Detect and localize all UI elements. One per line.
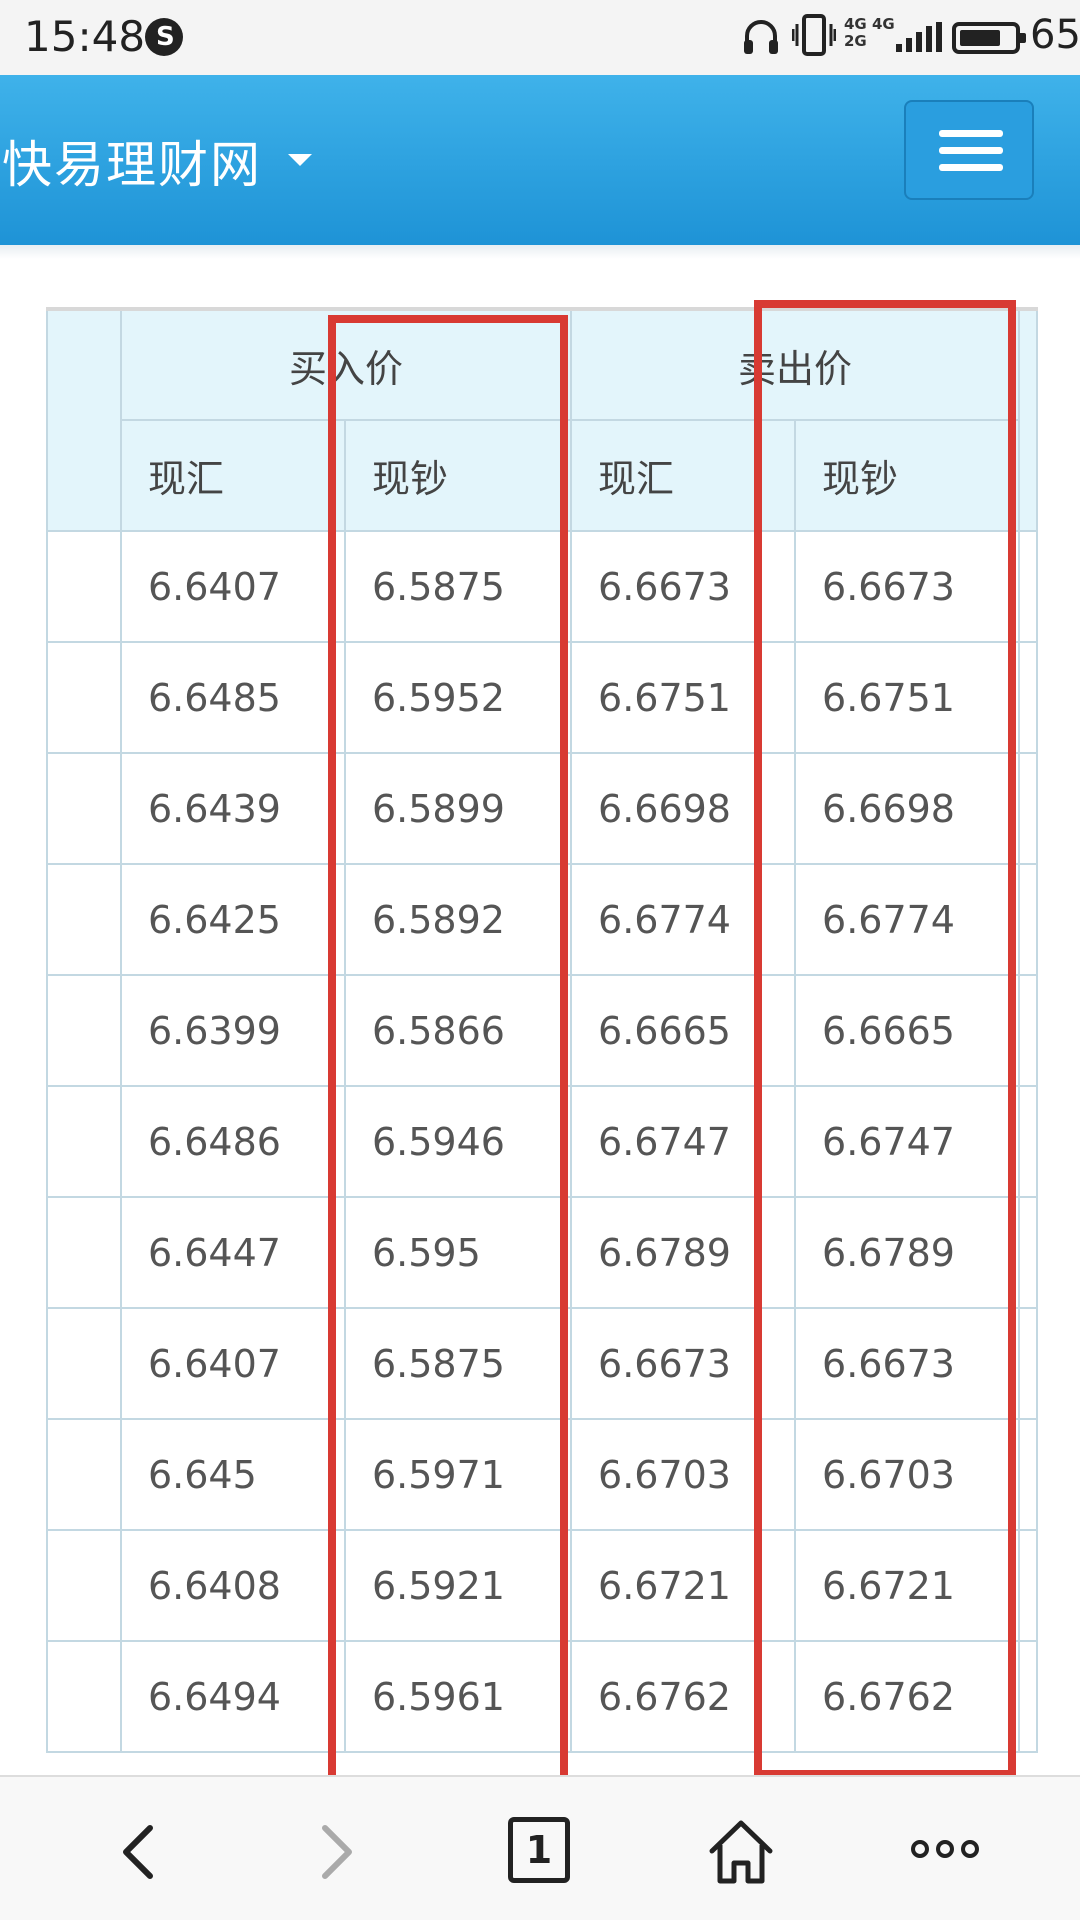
row-label-cell xyxy=(46,974,122,1087)
row-edge-cell xyxy=(1018,1085,1039,1198)
hamburger-line xyxy=(939,147,1003,154)
row-label-cell xyxy=(46,1529,122,1642)
row-label-cell xyxy=(46,641,122,754)
back-arrow-icon[interactable] xyxy=(110,1822,170,1882)
network-top-label: 4G 4G xyxy=(844,15,895,33)
home-icon[interactable] xyxy=(706,1817,776,1887)
buy-spot-exchange-cell: 6.6486 xyxy=(120,1085,346,1198)
buy-spot-exchange-cell: 6.6485 xyxy=(120,641,346,754)
row-label-cell xyxy=(46,1085,122,1198)
row-edge-cell xyxy=(1018,863,1039,976)
app-badge-icon xyxy=(145,18,183,56)
row-edge-cell xyxy=(1018,1418,1039,1531)
buy-spot-exchange-cell: 6.6407 xyxy=(120,1307,346,1420)
row-label-cell xyxy=(46,1307,122,1420)
network-bottom-label: 2G xyxy=(844,32,867,50)
row-label-cell xyxy=(46,863,122,976)
row-edge-cell xyxy=(1018,752,1039,865)
network-type: 4G 4G 2G xyxy=(844,16,895,50)
hamburger-line xyxy=(939,164,1003,171)
row-edge-cell xyxy=(1018,974,1039,1087)
status-bar: 15:48 4G 4G 2G 65 xyxy=(0,0,1080,75)
buy-spot-exchange-cell: 6.6407 xyxy=(120,530,346,643)
status-time: 15:48 xyxy=(24,12,146,61)
row-edge-cell xyxy=(1018,1307,1039,1420)
table-header-blank xyxy=(46,307,122,532)
headphone-icon xyxy=(744,20,778,54)
row-edge-cell xyxy=(1018,1640,1039,1753)
row-edge-cell xyxy=(1018,530,1039,643)
hamburger-menu-button[interactable] xyxy=(904,100,1034,200)
buy-spot-exchange-cell: 6.6494 xyxy=(120,1640,346,1753)
vibrate-icon xyxy=(792,14,836,56)
browser-bottom-bar: 1 xyxy=(0,1775,1080,1920)
buy-spot-exchange-cell: 6.6399 xyxy=(120,974,346,1087)
buy-spot-exchange-cell: 6.6439 xyxy=(120,752,346,865)
buy-spot-exchange-cell: 6.6425 xyxy=(120,863,346,976)
more-dots-icon[interactable] xyxy=(910,1837,980,1861)
signal-icon xyxy=(896,22,942,52)
top-navbar: 快易理财网 xyxy=(0,75,1080,245)
tabs-icon[interactable]: 1 xyxy=(508,1817,570,1883)
battery-icon xyxy=(952,22,1026,54)
row-label-cell xyxy=(46,530,122,643)
buy-spot-exchange-cell: 6.6447 xyxy=(120,1196,346,1309)
row-edge-cell xyxy=(1018,1196,1039,1309)
row-label-cell xyxy=(46,752,122,865)
sell-cash-highlight-box xyxy=(754,300,1016,1778)
row-label-cell xyxy=(46,1196,122,1309)
hamburger-line xyxy=(939,130,1003,137)
row-edge-cell xyxy=(1018,1529,1039,1642)
battery-percent: 65 xyxy=(1030,12,1080,58)
row-edge-cell xyxy=(1018,641,1039,754)
navbar-shadow xyxy=(0,245,1080,259)
brand-title[interactable]: 快易理财网 xyxy=(2,125,262,197)
buy-cash-highlight-box xyxy=(328,315,568,1783)
buy-spot-exchange-cell: 6.645 xyxy=(120,1418,346,1531)
buy-spot-exchange-cell: 6.6408 xyxy=(120,1529,346,1642)
table-header-edge xyxy=(1018,307,1039,532)
dropdown-caret-icon[interactable] xyxy=(288,154,312,166)
row-label-cell xyxy=(46,1418,122,1531)
row-label-cell xyxy=(46,1640,122,1753)
buy-spot-exchange-header: 现汇 xyxy=(120,419,346,532)
forward-arrow-icon[interactable] xyxy=(305,1822,365,1882)
